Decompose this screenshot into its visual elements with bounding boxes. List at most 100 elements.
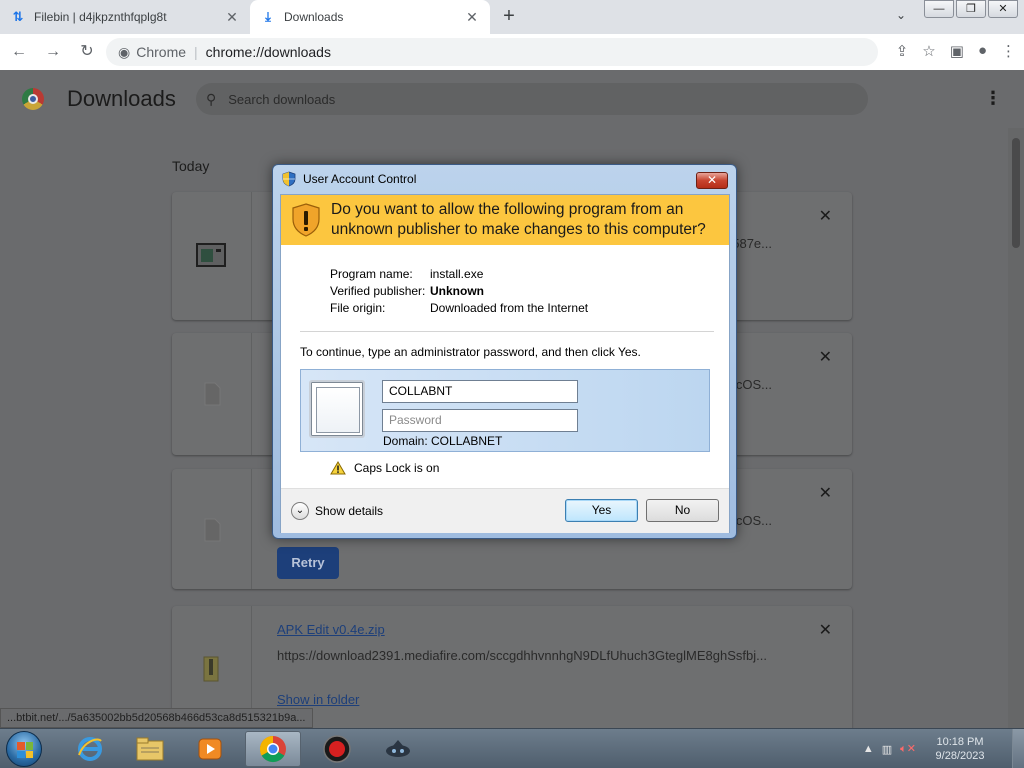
search-downloads-input[interactable]: ⚲ Search downloads (196, 83, 868, 115)
share-icon[interactable]: ⇪ (896, 42, 909, 60)
restore-button[interactable]: ❐ (956, 0, 986, 18)
chevron-down-icon: ⌄ (291, 502, 309, 520)
reload-button[interactable]: ↻ (72, 37, 102, 67)
profile-icon[interactable]: ● (978, 42, 987, 60)
chrome-logo-icon (22, 88, 44, 110)
tab-downloads[interactable]: ⤓ Downloads ✕ (250, 0, 490, 34)
chrome-icon[interactable] (245, 731, 301, 767)
zip-file-icon (196, 656, 226, 682)
tab-search-chevron-icon[interactable]: ⌄ (896, 8, 906, 22)
start-button[interactable] (6, 731, 42, 767)
clock[interactable]: 10:18 PM 9/28/2023 (924, 735, 996, 763)
uac-instruction: To continue, type an administrator passw… (300, 345, 641, 359)
screen-recorder-icon[interactable] (309, 731, 365, 767)
volume-muted-icon[interactable]: 🔈︎✕ (900, 742, 916, 756)
search-placeholder: Search downloads (228, 91, 336, 107)
remove-download-icon[interactable]: ✕ (819, 206, 832, 226)
remove-download-icon[interactable]: ✕ (819, 483, 832, 503)
window-controls: — ❐ ✕ (922, 0, 1018, 18)
media-player-icon[interactable] (182, 731, 238, 767)
page-title: Downloads (67, 86, 176, 111)
browser-toolbar: ← → ↻ ◉ Chrome | chrome://downloads ⇪ ☆ … (0, 34, 1024, 70)
uac-dialog: User Account Control ✕ Do you want to al… (272, 164, 737, 539)
toolbar-icons: ⇪ ☆ ▣ ● ⋮ (896, 42, 1016, 60)
show-desktop-button[interactable] (1012, 729, 1024, 768)
menu-kebab-icon[interactable]: ⋮ (1001, 42, 1016, 60)
yes-button[interactable]: Yes (565, 499, 638, 522)
installer-file-icon (196, 242, 226, 268)
forward-button[interactable]: → (38, 37, 68, 67)
publisher-label: Verified publisher: (330, 284, 426, 298)
bookmark-star-icon[interactable]: ☆ (922, 42, 935, 60)
chrome-site-icon: ◉ (118, 43, 131, 60)
show-details-toggle[interactable]: ⌄ Show details (291, 502, 383, 520)
password-field[interactable]: Password (382, 409, 578, 432)
uac-close-button[interactable]: ✕ (696, 172, 728, 189)
downloads-header: Downloads ⚲ Search downloads ⋮ (0, 70, 1024, 128)
warning-triangle-icon (330, 461, 346, 475)
generic-file-icon (196, 381, 226, 407)
origin-label: File origin: (330, 301, 386, 315)
program-name-value: install.exe (430, 267, 484, 281)
username-field[interactable]: COLLABNT (382, 380, 578, 403)
new-tab-button[interactable]: + (498, 6, 520, 28)
close-tab-icon[interactable]: ✕ (464, 9, 480, 26)
network-icon[interactable]: ▥ (882, 743, 892, 756)
program-name-label: Program name: (330, 267, 413, 281)
close-window-button[interactable]: ✕ (988, 0, 1018, 18)
vpn-icon[interactable] (370, 731, 426, 767)
uac-question: Do you want to allow the following progr… (331, 201, 706, 238)
uac-footer: ⌄ Show details Yes No (281, 488, 729, 533)
section-label: Today (172, 158, 210, 174)
file-icon-column (172, 333, 252, 455)
tray-expand-icon[interactable]: ▲ (863, 743, 874, 755)
retry-button[interactable]: Retry (277, 547, 339, 579)
tab-filebin[interactable]: ⇅ Filebin | d4jkpznthfqplg8t ✕ (0, 0, 250, 34)
minimize-button[interactable]: — (924, 0, 954, 18)
domain-label: Domain: COLLABNET (383, 434, 503, 448)
status-bubble: ...btbit.net/.../5a635002bb5d20568b466d5… (0, 708, 313, 728)
file-explorer-icon[interactable] (122, 731, 178, 767)
uac-warning-band: Do you want to allow the following progr… (281, 195, 729, 245)
filebin-icon: ⇅ (12, 9, 24, 24)
clock-time: 10:18 PM (936, 736, 984, 748)
search-icon: ⚲ (206, 90, 217, 107)
site-label: Chrome (136, 44, 187, 60)
separator: | (194, 44, 198, 60)
back-button[interactable]: ← (4, 37, 34, 67)
no-button[interactable]: No (646, 499, 719, 522)
download-file-name-link[interactable]: APK Edit v0.4e.zip (277, 622, 385, 637)
remove-download-icon[interactable]: ✕ (819, 620, 832, 640)
download-source-url: https://download2391.mediafire.com/sccgd… (277, 648, 767, 663)
download-url-truncated: 587e... (732, 236, 772, 251)
caps-lock-text: Caps Lock is on (354, 461, 440, 475)
program-properties: Program name: install.exe Verified publi… (330, 267, 588, 318)
tab-title: Downloads (284, 10, 344, 24)
user-tile-avatar (309, 380, 365, 438)
uac-shield-icon (282, 171, 296, 187)
tab-strip: ⇅ Filebin | d4jkpznthfqplg8t ✕ ⤓ Downloa… (0, 0, 1024, 34)
remove-download-icon[interactable]: ✕ (819, 347, 832, 367)
close-tab-icon[interactable]: ✕ (224, 9, 240, 26)
uac-titlebar: User Account Control ✕ (273, 165, 736, 193)
page-scrollbar[interactable] (1008, 128, 1024, 728)
file-icon-column (172, 192, 252, 320)
clock-date: 9/28/2023 (935, 750, 985, 762)
generic-file-icon (196, 517, 226, 543)
uac-title: User Account Control (303, 172, 417, 186)
divider (300, 331, 714, 332)
origin-value: Downloaded from the Internet (430, 301, 589, 315)
address-bar[interactable]: ◉ Chrome | chrome://downloads (106, 38, 878, 66)
show-details-label: Show details (315, 504, 384, 518)
show-in-folder-link[interactable]: Show in folder (277, 692, 359, 707)
scrollbar-thumb[interactable] (1012, 138, 1020, 248)
caps-lock-warning: Caps Lock is on (330, 461, 439, 475)
internet-explorer-icon[interactable] (62, 731, 118, 767)
uac-content: Do you want to allow the following progr… (280, 194, 730, 533)
windows-logo-icon (17, 742, 33, 758)
system-tray: ▲ ▥ 🔈︎✕ 10:18 PM 9/28/2023 (863, 729, 1024, 768)
warning-shield-icon (292, 203, 320, 237)
url-text: chrome://downloads (205, 44, 331, 60)
side-panel-icon[interactable]: ▣ (950, 42, 964, 60)
more-actions-icon[interactable]: ⋮ (984, 88, 1002, 109)
